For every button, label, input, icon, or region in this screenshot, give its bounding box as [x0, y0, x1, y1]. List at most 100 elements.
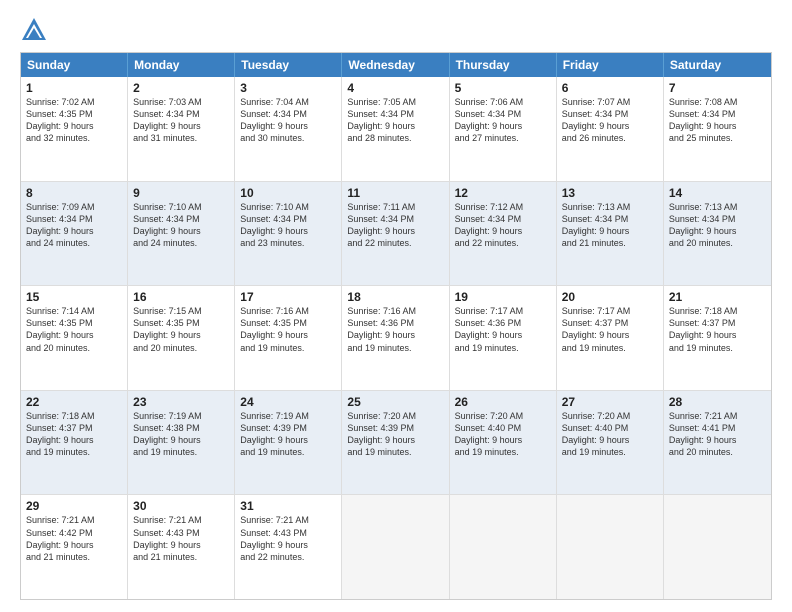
calendar-cell: 6Sunrise: 7:07 AM Sunset: 4:34 PM Daylig…: [557, 77, 664, 181]
calendar-row-2: 15Sunrise: 7:14 AM Sunset: 4:35 PM Dayli…: [21, 286, 771, 391]
header-cell-tuesday: Tuesday: [235, 53, 342, 77]
day-number: 13: [562, 186, 658, 200]
calendar-cell: [664, 495, 771, 599]
calendar-cell: 3Sunrise: 7:04 AM Sunset: 4:34 PM Daylig…: [235, 77, 342, 181]
calendar-cell: 31Sunrise: 7:21 AM Sunset: 4:43 PM Dayli…: [235, 495, 342, 599]
calendar-cell: 27Sunrise: 7:20 AM Sunset: 4:40 PM Dayli…: [557, 391, 664, 495]
day-number: 12: [455, 186, 551, 200]
cell-info: Sunrise: 7:11 AM Sunset: 4:34 PM Dayligh…: [347, 201, 443, 250]
day-number: 24: [240, 395, 336, 409]
calendar-cell: 10Sunrise: 7:10 AM Sunset: 4:34 PM Dayli…: [235, 182, 342, 286]
cell-info: Sunrise: 7:20 AM Sunset: 4:40 PM Dayligh…: [455, 410, 551, 459]
day-number: 5: [455, 81, 551, 95]
day-number: 15: [26, 290, 122, 304]
cell-info: Sunrise: 7:09 AM Sunset: 4:34 PM Dayligh…: [26, 201, 122, 250]
calendar-cell: 21Sunrise: 7:18 AM Sunset: 4:37 PM Dayli…: [664, 286, 771, 390]
cell-info: Sunrise: 7:18 AM Sunset: 4:37 PM Dayligh…: [669, 305, 766, 354]
cell-info: Sunrise: 7:19 AM Sunset: 4:38 PM Dayligh…: [133, 410, 229, 459]
page: SundayMondayTuesdayWednesdayThursdayFrid…: [0, 0, 792, 612]
cell-info: Sunrise: 7:18 AM Sunset: 4:37 PM Dayligh…: [26, 410, 122, 459]
calendar-cell: 14Sunrise: 7:13 AM Sunset: 4:34 PM Dayli…: [664, 182, 771, 286]
cell-info: Sunrise: 7:20 AM Sunset: 4:40 PM Dayligh…: [562, 410, 658, 459]
day-number: 19: [455, 290, 551, 304]
calendar-cell: 22Sunrise: 7:18 AM Sunset: 4:37 PM Dayli…: [21, 391, 128, 495]
header: [20, 16, 772, 44]
calendar-cell: 18Sunrise: 7:16 AM Sunset: 4:36 PM Dayli…: [342, 286, 449, 390]
cell-info: Sunrise: 7:13 AM Sunset: 4:34 PM Dayligh…: [669, 201, 766, 250]
day-number: 3: [240, 81, 336, 95]
cell-info: Sunrise: 7:20 AM Sunset: 4:39 PM Dayligh…: [347, 410, 443, 459]
cell-info: Sunrise: 7:21 AM Sunset: 4:42 PM Dayligh…: [26, 514, 122, 563]
cell-info: Sunrise: 7:14 AM Sunset: 4:35 PM Dayligh…: [26, 305, 122, 354]
calendar-cell: 23Sunrise: 7:19 AM Sunset: 4:38 PM Dayli…: [128, 391, 235, 495]
cell-info: Sunrise: 7:21 AM Sunset: 4:43 PM Dayligh…: [240, 514, 336, 563]
calendar-cell: 11Sunrise: 7:11 AM Sunset: 4:34 PM Dayli…: [342, 182, 449, 286]
calendar-cell: 30Sunrise: 7:21 AM Sunset: 4:43 PM Dayli…: [128, 495, 235, 599]
day-number: 4: [347, 81, 443, 95]
day-number: 27: [562, 395, 658, 409]
header-cell-thursday: Thursday: [450, 53, 557, 77]
header-cell-wednesday: Wednesday: [342, 53, 449, 77]
calendar-cell: 13Sunrise: 7:13 AM Sunset: 4:34 PM Dayli…: [557, 182, 664, 286]
cell-info: Sunrise: 7:17 AM Sunset: 4:37 PM Dayligh…: [562, 305, 658, 354]
cell-info: Sunrise: 7:16 AM Sunset: 4:36 PM Dayligh…: [347, 305, 443, 354]
cell-info: Sunrise: 7:02 AM Sunset: 4:35 PM Dayligh…: [26, 96, 122, 145]
calendar-row-1: 8Sunrise: 7:09 AM Sunset: 4:34 PM Daylig…: [21, 182, 771, 287]
calendar-cell: 4Sunrise: 7:05 AM Sunset: 4:34 PM Daylig…: [342, 77, 449, 181]
calendar-body: 1Sunrise: 7:02 AM Sunset: 4:35 PM Daylig…: [21, 77, 771, 599]
day-number: 29: [26, 499, 122, 513]
day-number: 11: [347, 186, 443, 200]
calendar-cell: 28Sunrise: 7:21 AM Sunset: 4:41 PM Dayli…: [664, 391, 771, 495]
day-number: 1: [26, 81, 122, 95]
calendar-cell: [557, 495, 664, 599]
day-number: 8: [26, 186, 122, 200]
calendar-cell: 24Sunrise: 7:19 AM Sunset: 4:39 PM Dayli…: [235, 391, 342, 495]
cell-info: Sunrise: 7:10 AM Sunset: 4:34 PM Dayligh…: [133, 201, 229, 250]
day-number: 28: [669, 395, 766, 409]
calendar-cell: 2Sunrise: 7:03 AM Sunset: 4:34 PM Daylig…: [128, 77, 235, 181]
calendar-cell: 5Sunrise: 7:06 AM Sunset: 4:34 PM Daylig…: [450, 77, 557, 181]
day-number: 14: [669, 186, 766, 200]
logo-icon: [20, 16, 48, 44]
cell-info: Sunrise: 7:19 AM Sunset: 4:39 PM Dayligh…: [240, 410, 336, 459]
day-number: 22: [26, 395, 122, 409]
calendar-cell: 17Sunrise: 7:16 AM Sunset: 4:35 PM Dayli…: [235, 286, 342, 390]
calendar: SundayMondayTuesdayWednesdayThursdayFrid…: [20, 52, 772, 600]
cell-info: Sunrise: 7:15 AM Sunset: 4:35 PM Dayligh…: [133, 305, 229, 354]
calendar-cell: 26Sunrise: 7:20 AM Sunset: 4:40 PM Dayli…: [450, 391, 557, 495]
cell-info: Sunrise: 7:13 AM Sunset: 4:34 PM Dayligh…: [562, 201, 658, 250]
day-number: 26: [455, 395, 551, 409]
day-number: 2: [133, 81, 229, 95]
day-number: 17: [240, 290, 336, 304]
day-number: 6: [562, 81, 658, 95]
calendar-row-4: 29Sunrise: 7:21 AM Sunset: 4:42 PM Dayli…: [21, 495, 771, 599]
day-number: 31: [240, 499, 336, 513]
calendar-row-3: 22Sunrise: 7:18 AM Sunset: 4:37 PM Dayli…: [21, 391, 771, 496]
calendar-cell: [342, 495, 449, 599]
calendar-cell: 1Sunrise: 7:02 AM Sunset: 4:35 PM Daylig…: [21, 77, 128, 181]
calendar-cell: 16Sunrise: 7:15 AM Sunset: 4:35 PM Dayli…: [128, 286, 235, 390]
cell-info: Sunrise: 7:08 AM Sunset: 4:34 PM Dayligh…: [669, 96, 766, 145]
calendar-cell: 20Sunrise: 7:17 AM Sunset: 4:37 PM Dayli…: [557, 286, 664, 390]
cell-info: Sunrise: 7:17 AM Sunset: 4:36 PM Dayligh…: [455, 305, 551, 354]
calendar-cell: 9Sunrise: 7:10 AM Sunset: 4:34 PM Daylig…: [128, 182, 235, 286]
calendar-cell: 8Sunrise: 7:09 AM Sunset: 4:34 PM Daylig…: [21, 182, 128, 286]
day-number: 20: [562, 290, 658, 304]
header-cell-saturday: Saturday: [664, 53, 771, 77]
cell-info: Sunrise: 7:10 AM Sunset: 4:34 PM Dayligh…: [240, 201, 336, 250]
logo: [20, 16, 52, 44]
calendar-cell: 25Sunrise: 7:20 AM Sunset: 4:39 PM Dayli…: [342, 391, 449, 495]
day-number: 23: [133, 395, 229, 409]
day-number: 10: [240, 186, 336, 200]
calendar-cell: 12Sunrise: 7:12 AM Sunset: 4:34 PM Dayli…: [450, 182, 557, 286]
header-cell-friday: Friday: [557, 53, 664, 77]
calendar-cell: [450, 495, 557, 599]
day-number: 18: [347, 290, 443, 304]
calendar-cell: 15Sunrise: 7:14 AM Sunset: 4:35 PM Dayli…: [21, 286, 128, 390]
day-number: 7: [669, 81, 766, 95]
day-number: 21: [669, 290, 766, 304]
day-number: 25: [347, 395, 443, 409]
day-number: 30: [133, 499, 229, 513]
cell-info: Sunrise: 7:07 AM Sunset: 4:34 PM Dayligh…: [562, 96, 658, 145]
cell-info: Sunrise: 7:06 AM Sunset: 4:34 PM Dayligh…: [455, 96, 551, 145]
